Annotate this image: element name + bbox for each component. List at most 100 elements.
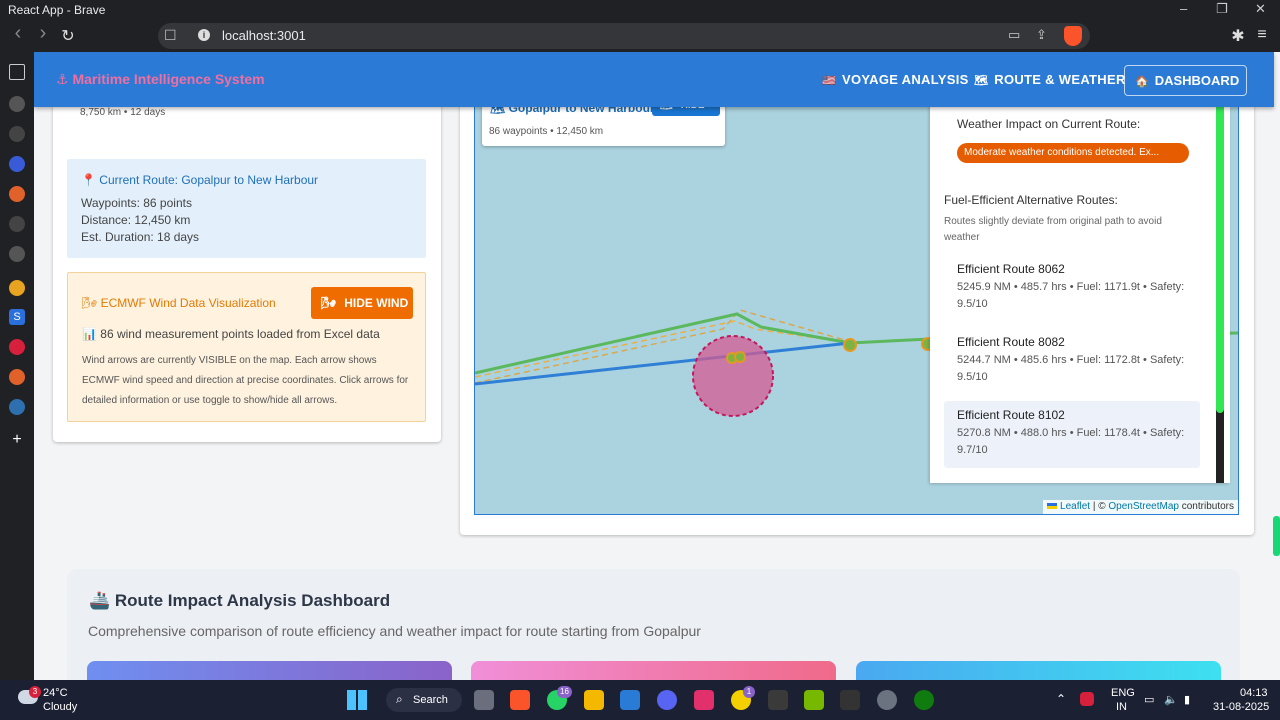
search-label: Search xyxy=(413,694,448,706)
sidebar-app-icon[interactable] xyxy=(9,399,25,415)
nav-voyage-analysis[interactable]: 🇺🇸 VOYAGE ANALYSIS xyxy=(822,72,969,87)
forward-icon[interactable]: › xyxy=(33,22,53,45)
leaflet-link[interactable]: Leaflet xyxy=(1060,501,1090,512)
store-icon[interactable] xyxy=(620,690,640,710)
esports-app-icon[interactable] xyxy=(768,690,788,710)
route-label-stats: 86 waypoints • 12,450 km xyxy=(489,126,604,137)
route-info-card: 8,750 km • 12 days 📍 Current Route: Gopa… xyxy=(53,92,441,442)
back-icon[interactable]: ‹ xyxy=(8,22,28,45)
address-bar[interactable]: ☐ i localhost:3001 ▭ ⇪ xyxy=(158,23,1090,49)
brave-taskbar-icon[interactable] xyxy=(510,690,530,710)
hide-wind-button[interactable]: 🌬 HIDE WIND xyxy=(311,287,413,319)
weather-impact-title: Weather Impact on Current Route: xyxy=(957,117,1141,131)
sidebar-toggle-icon[interactable] xyxy=(9,64,25,80)
sidebar-app-icon[interactable] xyxy=(9,126,25,142)
app-brand[interactable]: ⚓ Maritime Intelligence System xyxy=(56,71,265,88)
tray-chevron-icon[interactable]: ⌃ xyxy=(1056,692,1066,706)
window-titlebar: React App - Brave – ❐ ✕ xyxy=(0,0,1280,20)
wind-visualization-box: 🌬 ECMWF Wind Data Visualization 🌬 HIDE WI… xyxy=(67,272,426,422)
wind-title: 🌬 ECMWF Wind Data Visualization xyxy=(82,296,276,310)
window-title: React App - Brave xyxy=(8,3,106,17)
xbox-icon[interactable] xyxy=(914,690,934,710)
browser-toolbar: ‹ › ↻ ☐ i localhost:3001 ▭ ⇪ ✱ ≡ xyxy=(0,20,1280,52)
alt-route-details: 5270.8 NM • 488.0 hrs • Fuel: 1178.4t • … xyxy=(957,427,1185,456)
url-text[interactable]: localhost:3001 xyxy=(222,28,306,43)
nvidia-icon[interactable] xyxy=(804,690,824,710)
taskbar-search[interactable]: ⌕ Search xyxy=(386,688,462,712)
task-view-icon[interactable] xyxy=(474,690,494,710)
current-route-box: 📍 Current Route: Gopalpur to New Harbour… xyxy=(67,159,426,258)
alt-route-item[interactable]: Efficient Route 8082 5244.7 NM • 485.6 h… xyxy=(944,328,1200,395)
alt-route-name: Efficient Route 8102 xyxy=(957,408,1065,422)
add-icon[interactable]: + xyxy=(9,432,25,448)
share-icon[interactable]: ⇪ xyxy=(1036,27,1047,43)
menu-icon[interactable]: ≡ xyxy=(1252,26,1272,44)
weather-temp[interactable]: 24°C xyxy=(43,687,68,699)
map-attribution: Leaflet | © OpenStreetMap contributors xyxy=(1043,500,1238,514)
sidebar-app-icon[interactable] xyxy=(9,216,25,232)
language-primary[interactable]: ENG xyxy=(1111,687,1135,699)
instagram-icon[interactable] xyxy=(694,690,714,710)
network-icon[interactable]: ▭ xyxy=(1144,693,1154,706)
previous-route-summary: 8,750 km • 12 days xyxy=(80,107,166,118)
close-button[interactable]: ✕ xyxy=(1255,1,1266,17)
sidebar-app-icon[interactable] xyxy=(9,339,25,355)
windows-taskbar: 3 24°C Cloudy ⌕ Search 16 1 ⌃ ENG IN ▭ 🔈… xyxy=(0,680,1280,720)
sidebar-app-icon[interactable]: S xyxy=(9,309,25,325)
weather-desc[interactable]: Cloudy xyxy=(43,701,77,713)
nav-label: DASHBOARD xyxy=(1154,73,1240,88)
route-map[interactable]: 🗺 Gopalpur to New Harbour 86 waypoints •… xyxy=(474,92,1239,515)
osm-link[interactable]: OpenStreetMap xyxy=(1108,501,1179,512)
weather-badge: 3 xyxy=(29,686,41,698)
battery-icon[interactable]: ▮ xyxy=(1184,693,1190,706)
wind-icon: 🌬 xyxy=(321,296,337,310)
weather-zone-circle xyxy=(692,335,774,417)
discord-icon[interactable] xyxy=(657,690,677,710)
windows-start-icon[interactable] xyxy=(347,690,367,710)
cast-icon[interactable]: ▭ xyxy=(1008,27,1020,43)
alt-routes-note: Routes slightly deviate from original pa… xyxy=(944,216,1162,243)
dashboard-subtitle: Comprehensive comparison of route effici… xyxy=(88,623,701,639)
alt-route-details: 5245.9 NM • 485.7 hrs • Fuel: 1171.9t • … xyxy=(957,281,1185,310)
map-icon: 🗺 xyxy=(974,75,989,87)
clock-date[interactable]: 31-08-2025 xyxy=(1213,701,1269,713)
page-scrollbar-thumb[interactable] xyxy=(1273,516,1280,556)
bookmark-icon[interactable]: ☐ xyxy=(164,27,177,44)
sidebar-app-icon[interactable] xyxy=(9,280,25,296)
maximize-button[interactable]: ❐ xyxy=(1216,1,1228,17)
settings-icon[interactable] xyxy=(877,690,897,710)
site-info-icon[interactable]: i xyxy=(198,29,210,41)
alt-route-item-selected[interactable]: Efficient Route 8102 5270.8 NM • 488.0 h… xyxy=(944,401,1200,468)
app-icon[interactable] xyxy=(840,690,860,710)
original-route-blue xyxy=(475,341,851,386)
sidebar-app-icon[interactable] xyxy=(9,96,25,112)
page-viewport: ⚓ Maritime Intelligence System 🇺🇸 VOYAGE … xyxy=(34,52,1280,680)
alt-routes-title: Fuel-Efficient Alternative Routes: xyxy=(944,193,1118,207)
route-distance: Distance: 12,450 km xyxy=(81,213,191,227)
panel-scrollbar[interactable] xyxy=(1216,93,1224,483)
sidebar-app-icon[interactable] xyxy=(9,186,25,202)
brave-shields-icon[interactable] xyxy=(1064,26,1082,46)
panel-scrollbar-thumb[interactable] xyxy=(1216,93,1224,413)
alt-route-item[interactable]: Efficient Route 8062 5245.9 NM • 485.7 h… xyxy=(944,255,1200,322)
hide-wind-label: HIDE WIND xyxy=(344,296,409,310)
language-secondary[interactable]: IN xyxy=(1116,701,1127,713)
sidebar-app-icon[interactable] xyxy=(9,156,25,172)
nav-route-weather[interactable]: 🗺 ROUTE & WEATHER xyxy=(974,72,1126,87)
dashboard-card[interactable] xyxy=(856,661,1221,680)
clock-time[interactable]: 04:13 xyxy=(1240,687,1268,699)
flag-icon: 🇺🇸 xyxy=(822,75,836,87)
minimize-button[interactable]: – xyxy=(1180,1,1187,16)
reload-icon[interactable]: ↻ xyxy=(58,26,78,46)
volume-icon[interactable]: 🔈 xyxy=(1164,693,1178,706)
dashboard-card[interactable] xyxy=(87,661,452,680)
nav-dashboard-button[interactable]: 🏠 DASHBOARD xyxy=(1124,65,1247,96)
dashboard-card[interactable] xyxy=(471,661,836,680)
tray-app-icon[interactable] xyxy=(1080,692,1094,706)
sidebar-app-icon[interactable] xyxy=(9,369,25,385)
sidebar-app-icon[interactable] xyxy=(9,246,25,262)
file-explorer-icon[interactable] xyxy=(584,690,604,710)
extensions-icon[interactable]: ✱ xyxy=(1228,26,1248,46)
wind-description: Wind arrows are currently VISIBLE on the… xyxy=(82,355,409,406)
alt-route-name: Efficient Route 8082 xyxy=(957,335,1065,349)
